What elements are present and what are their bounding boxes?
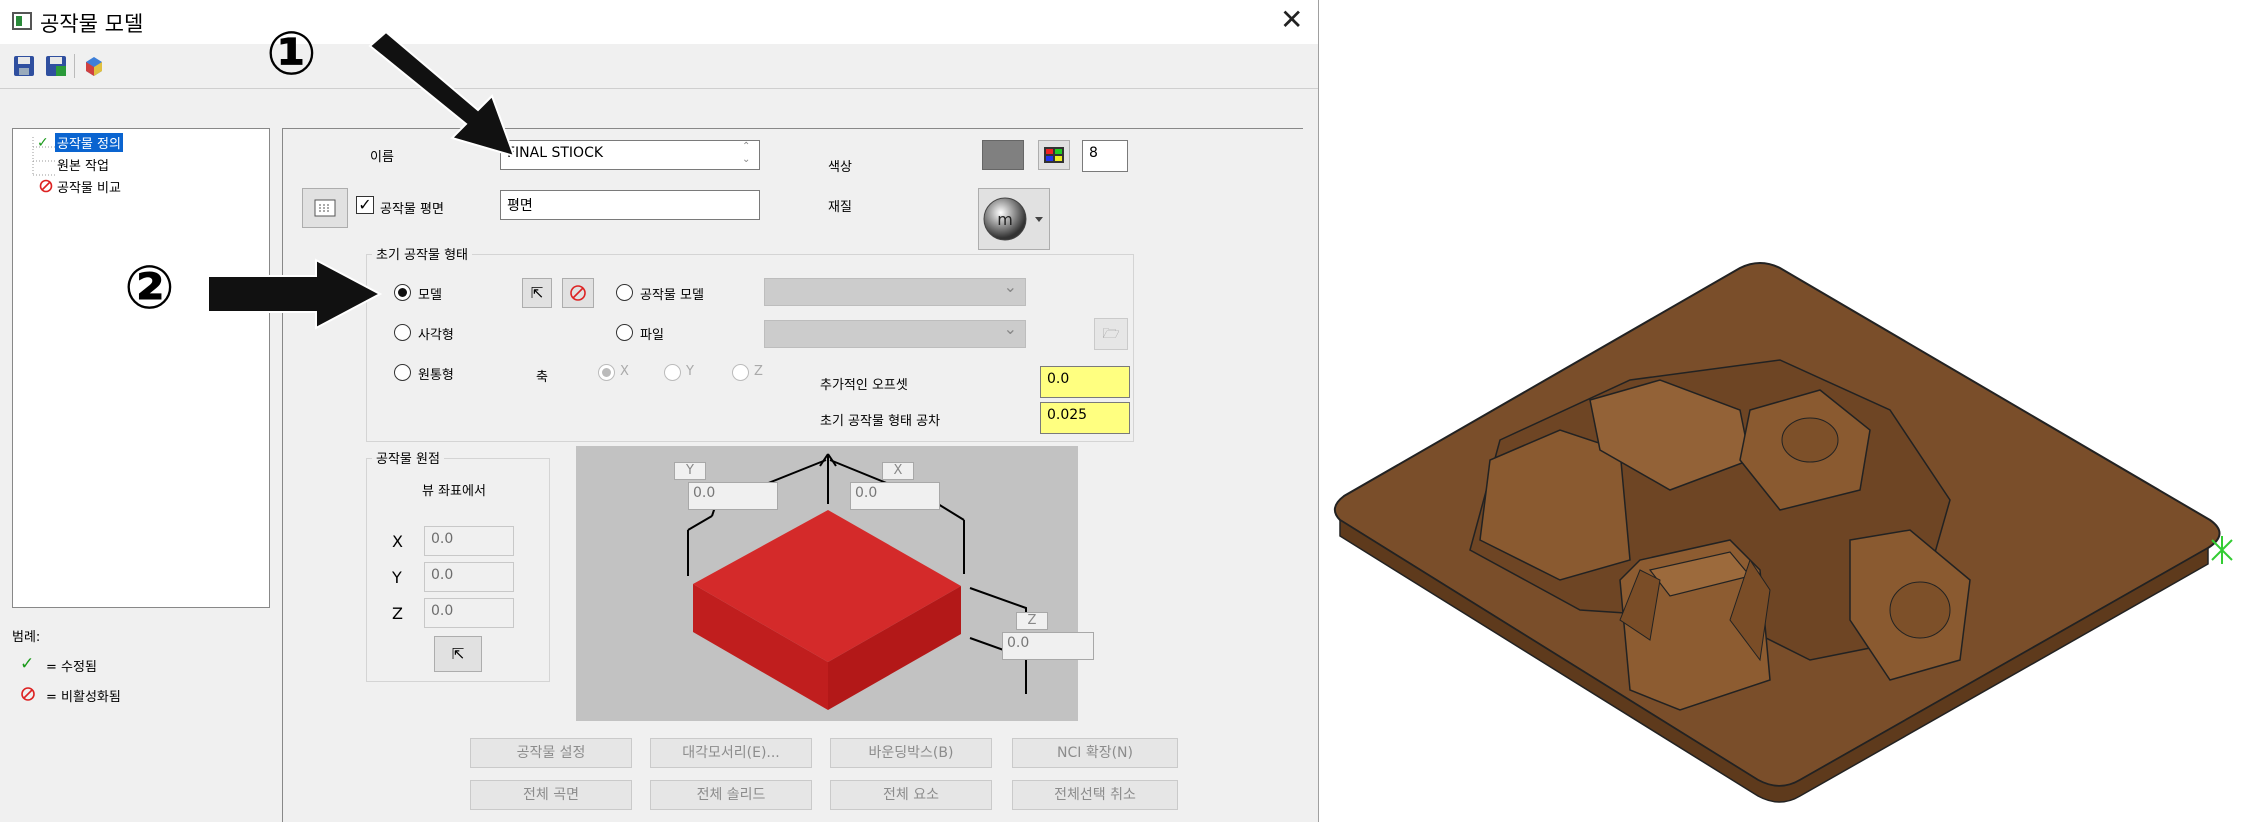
stock-setup-button[interactable]: 공작물 설정 [470,738,632,768]
shape-cylinder-label: 원통형 [418,368,454,383]
all-surfaces-button[interactable]: 전체 곡면 [470,780,632,810]
clear-select-icon [570,285,586,301]
close-button[interactable]: ✕ [1280,6,1303,34]
toolbar-separator [74,54,75,78]
axis-y-label: Y [686,364,694,379]
legend-check-icon: ✓ [20,654,35,674]
legend-title: 범례: [12,630,41,645]
shape-stock-model-label: 공작물 모델 [640,288,704,303]
palette-icon [1044,147,1064,163]
select-model-button[interactable]: ⇱ [522,278,552,308]
material-label: 재질 [828,200,852,215]
stock-model-dialog: 공작물 모델 ✕ ✓ 공작물 정의 원본 작업 공작물 비교 범례: ✓ = 수… [0,0,1319,822]
legend-disabled-icon [21,687,35,701]
legend-disabled: = 비활성화됨 [46,690,121,705]
stock-plane-checkbox[interactable]: ✓ [356,196,374,214]
shape-model-radio[interactable] [394,284,411,301]
stock-plane-input[interactable]: 평면 [500,190,760,220]
stock-plane-label: 공작물 평면 [380,202,444,217]
all-solids-button[interactable]: 전체 솔리드 [650,780,812,810]
app-icon [12,12,32,30]
origin-x-label: X [392,532,403,551]
preview-z-tag: Z [1016,612,1048,630]
arrow-two-icon [207,258,383,330]
save-icon[interactable] [12,54,36,78]
color-swatch[interactable] [982,140,1024,170]
color-picker-button[interactable] [1038,140,1070,170]
annotation-one: ① [266,19,317,89]
bounding-box-button[interactable]: 바운딩박스(B) [830,738,992,768]
folder-icon: 🗁 [1102,326,1120,342]
origin-cursor-icon: ⇱ [451,645,465,663]
axis-x-label: X [620,364,629,379]
disabled-icon [39,179,53,193]
axis-z-radio[interactable] [732,364,749,381]
top-right-boss [1781,417,1839,463]
diagonal-button[interactable]: 대각모서리(E)... [650,738,812,768]
title-bar: 공작물 모델 ✕ [0,0,1318,44]
shape-model-label: 모델 [418,288,442,303]
origin-x-input[interactable]: 0.0 [424,526,514,556]
legend-modified: = 수정됨 [46,660,97,675]
axis-x-radio[interactable] [598,364,615,381]
plane-select-button[interactable] [302,188,348,228]
material-sphere-icon: m [983,197,1043,241]
stock-preview: Y 0.0 X 0.0 Z 0.0 [576,446,1094,721]
window-title: 공작물 모델 [40,12,144,36]
preview-z-input[interactable]: 0.0 [1002,632,1094,660]
shape-file-label: 파일 [640,328,664,343]
tolerance-input[interactable]: 0.025 [1040,402,1130,434]
shape-rectangle-radio[interactable] [394,324,411,341]
all-entities-button[interactable]: 전체 요소 [830,780,992,810]
extra-offset-input[interactable]: 0.0 [1040,366,1130,398]
preview-y-input[interactable]: 0.0 [688,482,778,510]
shape-file-radio[interactable] [616,324,633,341]
preview-x-input[interactable]: 0.0 [850,482,940,510]
check-icon: ✓ [37,135,49,151]
shape-cylinder-radio[interactable] [394,364,411,381]
preview-diagram [687,453,1027,710]
browse-file-button[interactable]: 🗁 [1094,318,1128,350]
origin-title: 공작물 원점 [372,448,444,467]
right-boss [1889,581,1951,639]
select-all-cancel-button[interactable]: 전체선택 취소 [1012,780,1178,810]
model-icon[interactable] [82,54,106,78]
extra-offset-label: 추가적인 오프셋 [820,378,908,393]
origin-y-label: Y [392,568,402,587]
initial-shape-title: 초기 공작물 형태 [372,244,472,263]
annotation-two: ② [124,253,175,323]
tree-item-stock-definition[interactable]: 공작물 정의 [55,133,123,152]
origin-select-button[interactable]: ⇱ [434,636,482,672]
origin-y-input[interactable]: 0.0 [424,562,514,592]
axis-label: 축 [536,370,548,385]
stock-tree: ✓ 공작물 정의 원본 작업 공작물 비교 [12,128,270,608]
shape-stock-model-radio[interactable] [616,284,633,301]
color-number-input[interactable]: 8 [1082,140,1128,172]
arrow-one-icon [368,30,516,158]
file-combo[interactable] [764,319,1026,348]
stock-model-combo[interactable] [764,277,1026,306]
name-spin-icon[interactable]: ⌃ ⌄ [742,140,750,166]
tree-item-source-operation[interactable]: 원본 작업 [57,155,109,174]
material-button[interactable]: m [978,188,1050,250]
plane-icon [314,199,336,217]
clear-model-button[interactable] [562,278,594,308]
part-render [1333,262,2233,803]
preview-x-tag: X [882,462,914,480]
color-label: 색상 [828,160,852,175]
toolbar [0,44,1318,89]
origin-z-input[interactable]: 0.0 [424,598,514,628]
shape-rectangle-label: 사각형 [418,328,454,343]
axis-y-radio[interactable] [664,364,681,381]
tolerance-label: 초기 공작물 형태 공차 [820,414,941,429]
svg-text:m: m [997,210,1013,229]
origin-z-label: Z [392,604,403,623]
tree-item-stock-compare[interactable]: 공작물 비교 [57,177,121,196]
origin-view-label: 뷰 좌표에서 [422,484,486,499]
save-as-icon[interactable] [44,54,68,78]
preview-y-tag: Y [674,462,706,480]
nci-extents-button[interactable]: NCI 확장(N) [1012,738,1178,768]
cursor-icon: ⇱ [530,284,544,302]
axis-z-label: Z [754,364,763,379]
